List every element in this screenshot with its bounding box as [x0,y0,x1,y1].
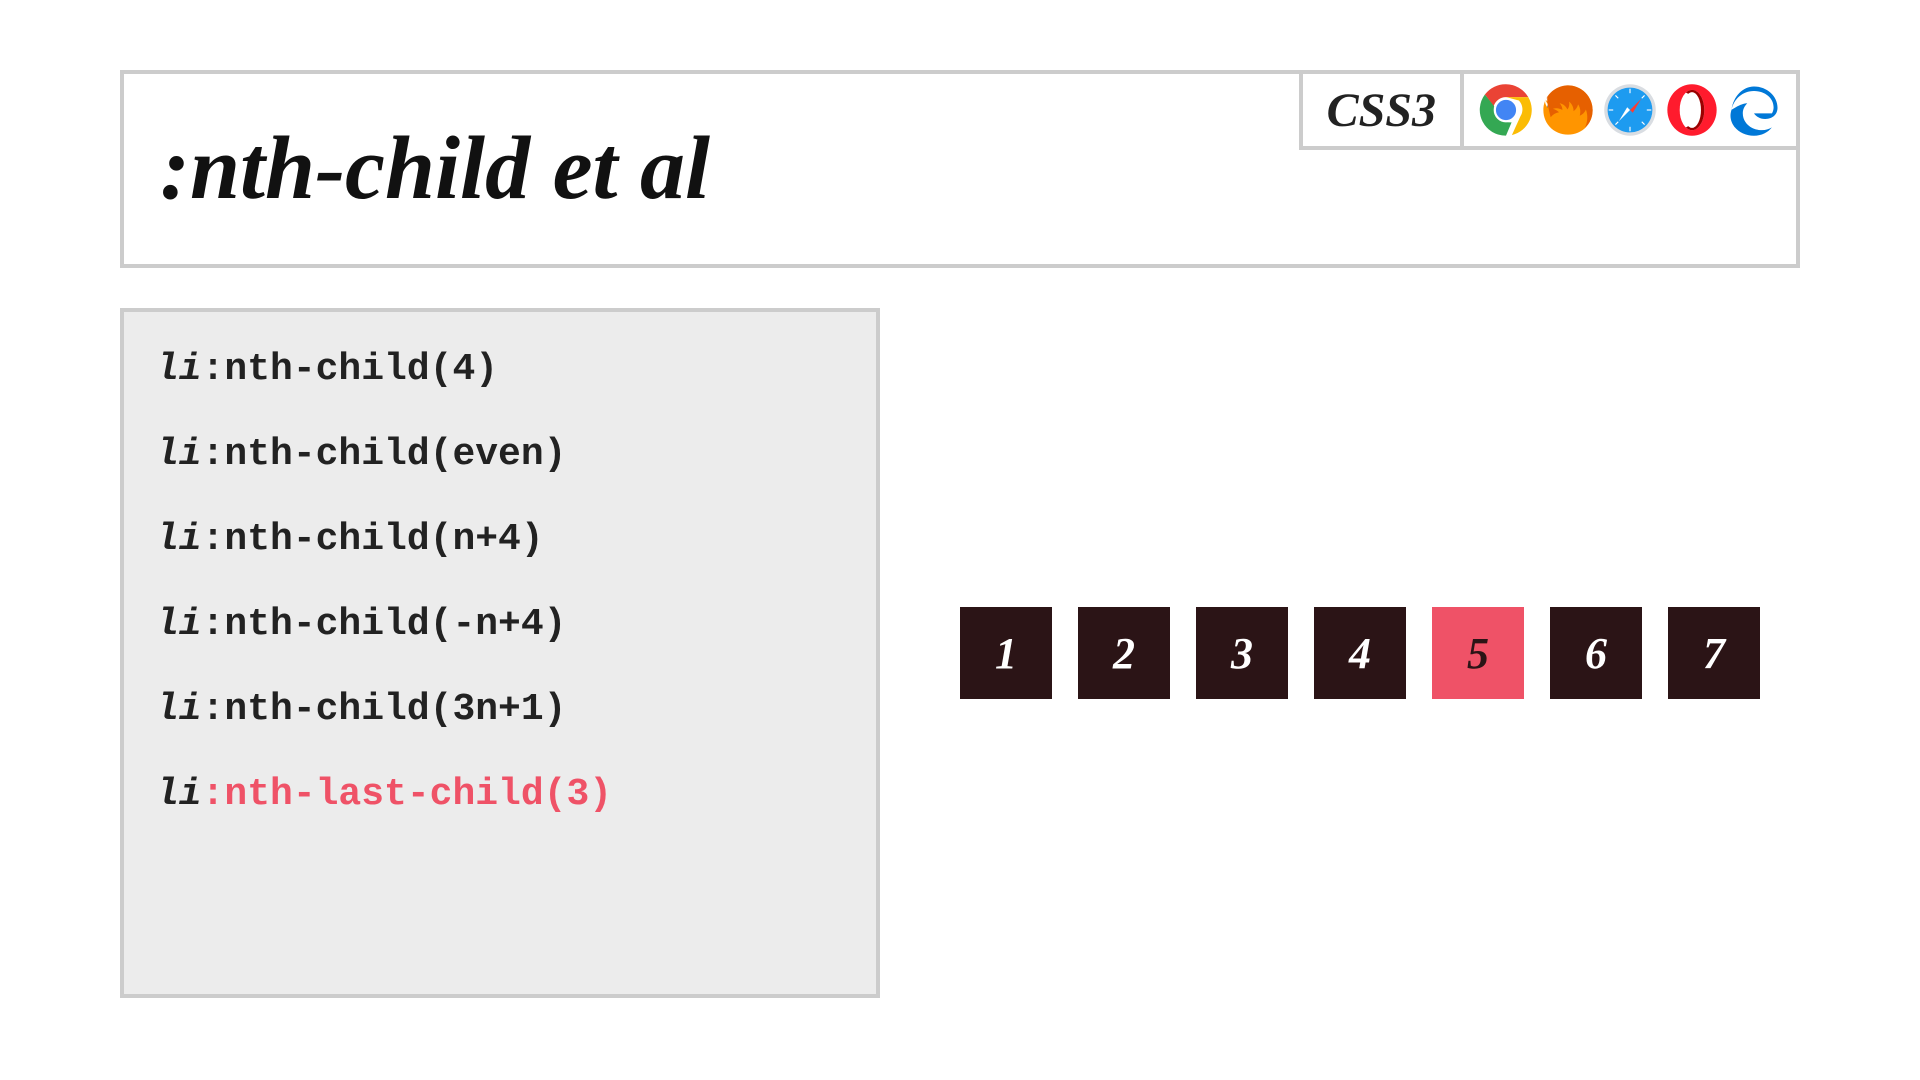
code-selector: :nth-child(3n+1) [202,688,567,731]
demo-box: 1 [960,607,1052,699]
slide-title: :nth-child et al [160,124,710,214]
header-meta: CSS3 [1299,70,1800,150]
code-tag: li [156,348,202,391]
code-selector: :nth-child(n+4) [202,518,544,561]
spec-badge: CSS3 [1299,70,1460,150]
slide: :nth-child et al CSS3 [0,0,1920,1080]
chrome-icon [1478,82,1534,138]
code-panel: li:nth-child(4)li:nth-child(even)li:nth-… [120,308,880,998]
browser-support-list [1460,70,1800,150]
demo-box-list: 1234567 [960,607,1760,699]
code-selector: :nth-child(even) [202,433,567,476]
code-line: li:nth-child(even) [156,433,844,476]
demo-area: 1234567 [960,308,1800,998]
code-tag: li [156,603,202,646]
demo-box: 3 [1196,607,1288,699]
opera-icon [1664,82,1720,138]
code-line: li:nth-child(3n+1) [156,688,844,731]
demo-box: 2 [1078,607,1170,699]
code-selector: :nth-last-child(3) [202,773,612,816]
demo-box: 7 [1668,607,1760,699]
code-line: li:nth-child(n+4) [156,518,844,561]
code-selector: :nth-child(4) [202,348,498,391]
code-tag: li [156,773,202,816]
slide-header: :nth-child et al CSS3 [120,70,1800,268]
code-selector: :nth-child(-n+4) [202,603,567,646]
code-tag: li [156,518,202,561]
safari-icon [1602,82,1658,138]
firefox-icon [1540,82,1596,138]
demo-box: 4 [1314,607,1406,699]
edge-icon [1726,82,1782,138]
code-tag: li [156,433,202,476]
demo-box: 5 [1432,607,1524,699]
code-tag: li [156,688,202,731]
code-line: li:nth-child(-n+4) [156,603,844,646]
code-line: li:nth-last-child(3) [156,773,844,816]
code-line: li:nth-child(4) [156,348,844,391]
slide-content: li:nth-child(4)li:nth-child(even)li:nth-… [120,308,1800,998]
demo-box: 6 [1550,607,1642,699]
